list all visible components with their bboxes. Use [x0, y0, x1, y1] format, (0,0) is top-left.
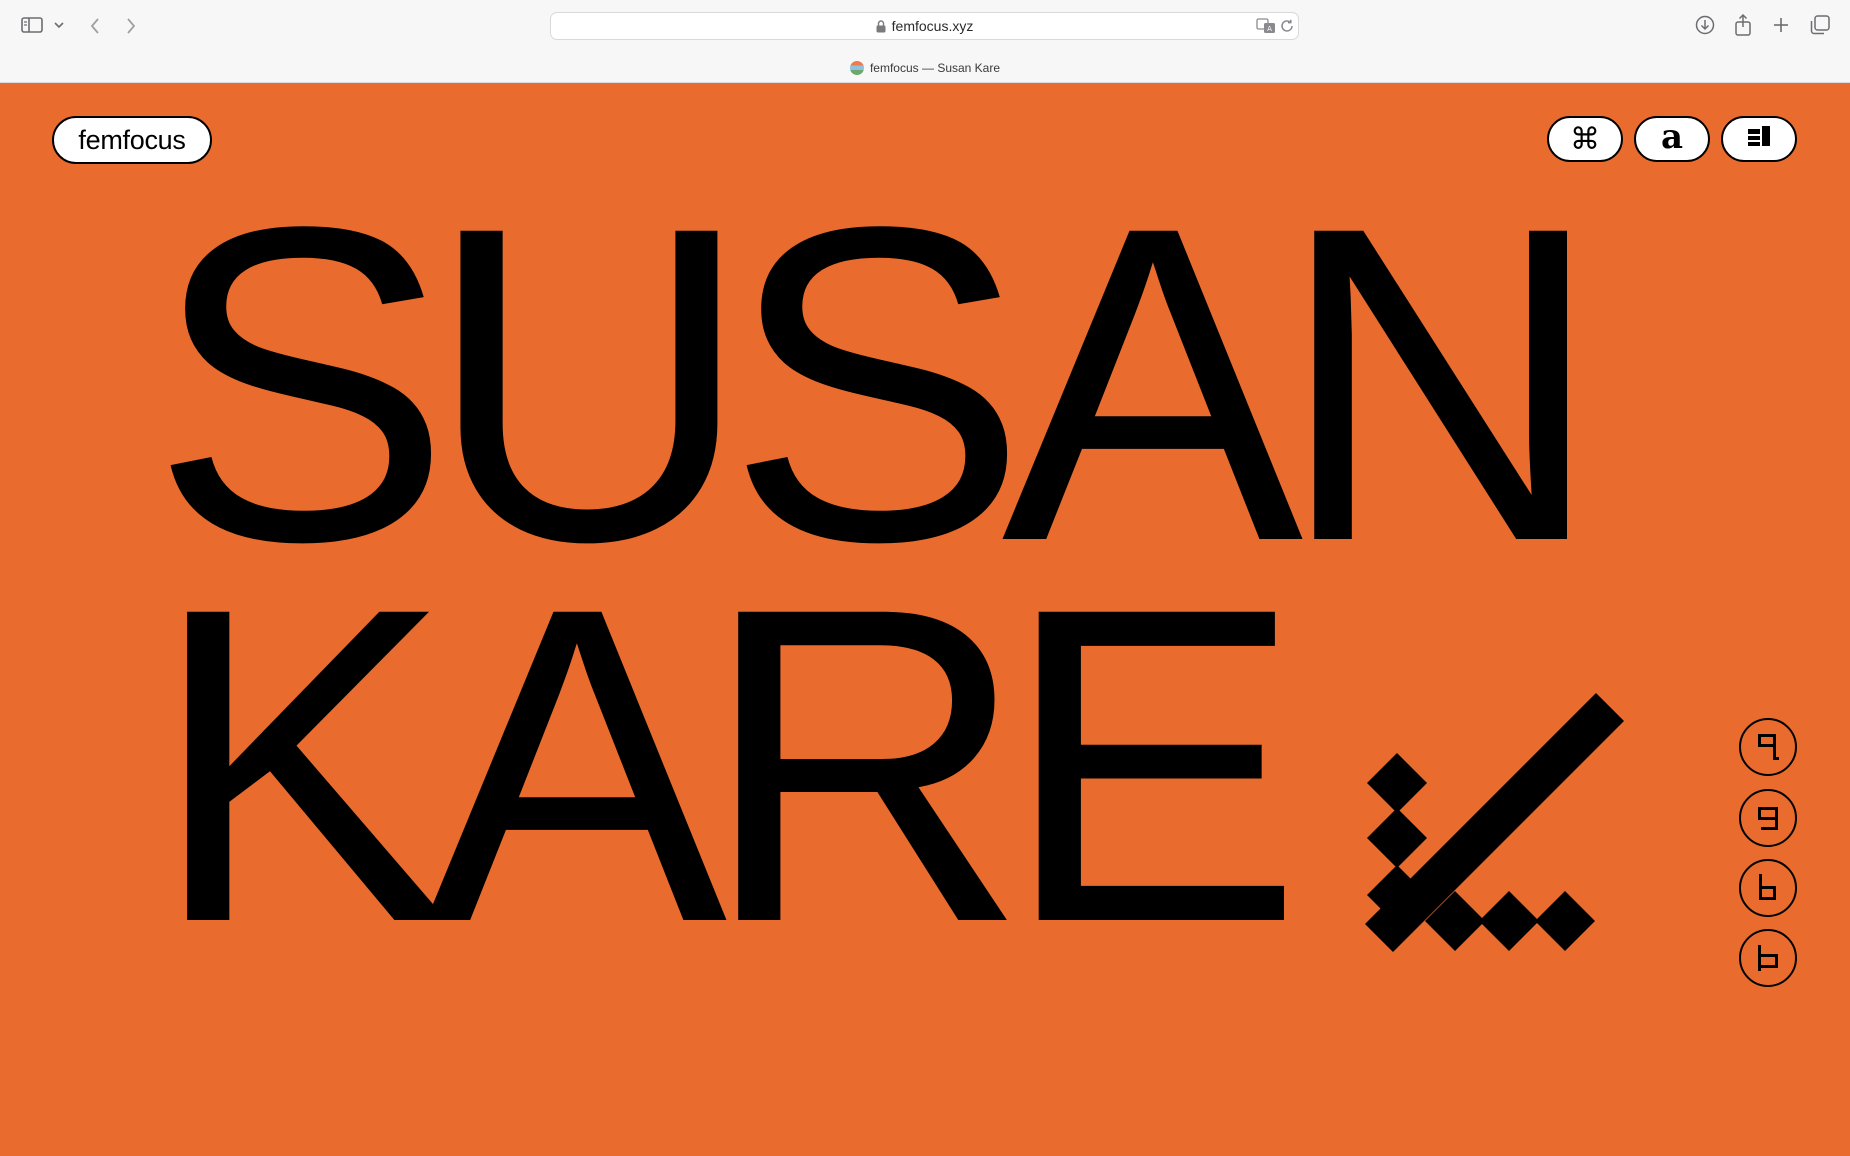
back-arrow-icon[interactable] [86, 15, 104, 37]
tab-title-text: femfocus — Susan Kare [869, 61, 1001, 75]
pixel-cursor-icon [1365, 693, 1625, 958]
tab-title[interactable]: femfocus — Susan Kare [0, 58, 1850, 78]
side-button-pixel-g[interactable] [1739, 789, 1797, 847]
sidebar-toggle-icon[interactable] [20, 15, 44, 35]
downloads-icon[interactable] [1694, 14, 1716, 36]
reload-icon[interactable] [1278, 17, 1296, 35]
url-text-container: femfocus.xyz [551, 13, 1298, 39]
side-button-pixel-b[interactable] [1739, 859, 1797, 917]
lock-icon [876, 15, 886, 41]
tab-overview-icon[interactable] [1809, 14, 1831, 36]
translate-icon[interactable]: A [1256, 17, 1276, 35]
svg-text:A: A [1267, 25, 1272, 33]
browser-toolbar: femfocus.xyz A femfocus — Susan Kare [0, 0, 1850, 83]
page-content: femfocus ⌘ a SUSAN KARE [0, 83, 1850, 1156]
url-text: femfocus.xyz [891, 18, 974, 34]
pixel-b-icon [1759, 874, 1776, 900]
layout-panels-button[interactable] [1721, 116, 1797, 162]
pixel-p-icon [1758, 945, 1778, 971]
pixel-g-icon [1758, 807, 1778, 830]
new-tab-plus-icon[interactable] [1771, 15, 1791, 35]
forward-arrow-icon[interactable] [122, 15, 140, 37]
letter-a-icon: a [1660, 117, 1684, 157]
pixel-q-icon [1758, 734, 1779, 760]
layout-panels-icon [1748, 122, 1770, 156]
side-button-pixel-q[interactable] [1739, 718, 1797, 776]
chevron-down-icon[interactable] [52, 18, 66, 32]
side-button-pixel-p[interactable] [1739, 929, 1797, 987]
letter-a-button[interactable]: a [1634, 116, 1710, 162]
share-icon[interactable] [1732, 13, 1754, 37]
site-favicon-icon [849, 61, 864, 75]
address-bar[interactable]: femfocus.xyz A [550, 12, 1299, 40]
